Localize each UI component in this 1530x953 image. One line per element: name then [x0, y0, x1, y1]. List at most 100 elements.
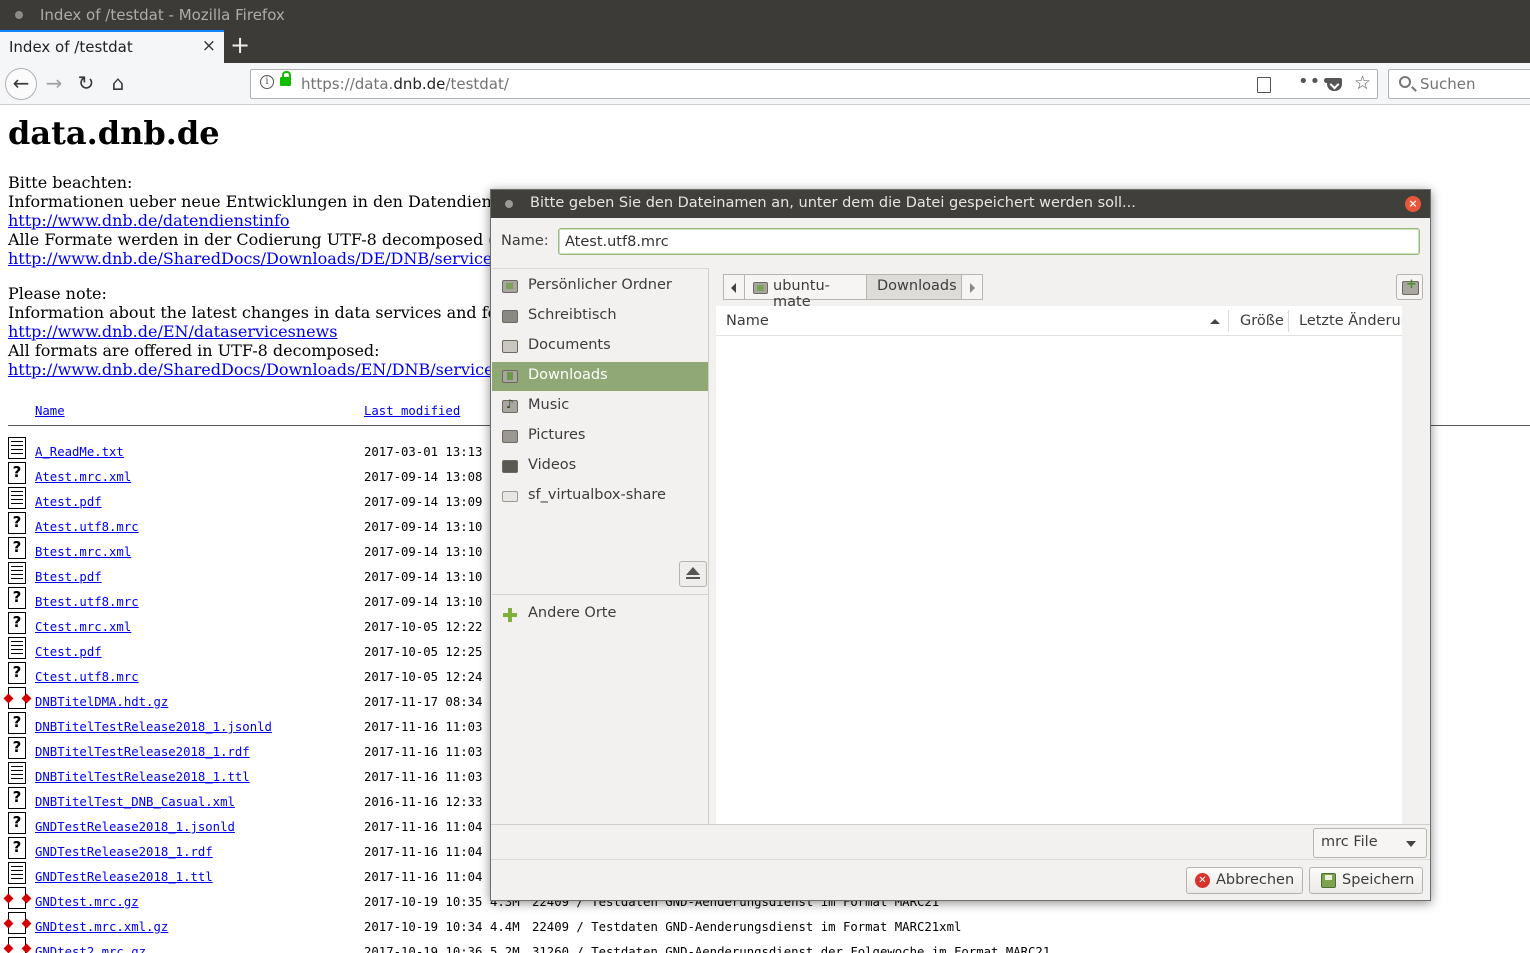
unknown-file-icon[interactable]: ?	[8, 512, 26, 534]
sidebar-item-home[interactable]: Persönlicher Ordner	[492, 272, 708, 301]
path-scroll-right-button[interactable]	[961, 274, 983, 300]
search-input[interactable]: Suchen	[1388, 69, 1530, 99]
file-link[interactable]: GNDTestRelease2018_1.ttl	[35, 870, 213, 884]
url-text[interactable]: https://data.dnb.de/testdat/	[301, 75, 509, 93]
unknown-file-icon[interactable]: ?	[8, 787, 26, 809]
sidebar-item-music[interactable]: Music	[492, 392, 708, 421]
file-link[interactable]: Atest.utf8.mrc	[35, 520, 139, 534]
column-header-size[interactable]: Größe	[1240, 313, 1284, 329]
text-file-icon[interactable]	[8, 487, 26, 509]
compressed-file-icon[interactable]	[8, 887, 26, 909]
create-folder-button[interactable]	[1396, 274, 1423, 300]
column-modified-link[interactable]: Last modified	[364, 404, 460, 418]
file-size: 4.4M	[490, 920, 520, 934]
text-file-icon[interactable]	[8, 637, 26, 659]
file-link[interactable]: Ctest.utf8.mrc	[35, 670, 139, 684]
unknown-file-icon[interactable]: ?	[8, 612, 26, 634]
file-link[interactable]: Btest.pdf	[35, 570, 102, 584]
home-button[interactable]: ⌂	[102, 68, 134, 100]
lock-icon[interactable]	[280, 71, 291, 86]
column-header-name[interactable]: Name	[726, 313, 769, 329]
path-scroll-left-button[interactable]	[723, 274, 745, 300]
page-link[interactable]: http://www.dnb.de/datendienstinfo	[8, 211, 290, 230]
sidebar-item-virtualbox-share[interactable]: sf_virtualbox-share	[492, 482, 708, 511]
unknown-file-icon[interactable]: ?	[8, 837, 26, 859]
file-list-scrollbar[interactable]	[1402, 306, 1430, 824]
page-text: Information about the latest changes in …	[8, 303, 498, 322]
search-placeholder: Suchen	[1420, 75, 1476, 93]
file-link[interactable]: GNDtest.mrc.xml.gz	[35, 920, 168, 934]
forward-button[interactable]: →	[38, 68, 70, 100]
file-link[interactable]: Atest.mrc.xml	[35, 470, 131, 484]
file-link[interactable]: DNBTitelTestRelease2018_1.rdf	[35, 745, 250, 759]
path-button-home[interactable]: ubuntu-mate	[744, 274, 867, 310]
file-link[interactable]: Btest.utf8.mrc	[35, 595, 139, 609]
eject-icon[interactable]	[679, 561, 707, 587]
pocket-icon[interactable]	[1327, 78, 1342, 91]
sidebar-item-pictures[interactable]: Pictures	[492, 422, 708, 451]
unknown-file-icon[interactable]: ?	[8, 812, 26, 834]
text-file-icon[interactable]	[8, 762, 26, 784]
page-link[interactable]: http://www.dnb.de/SharedDocs/Downloads/D…	[8, 249, 492, 268]
save-button[interactable]: Speichern	[1309, 867, 1423, 894]
sidebar-item-desktop[interactable]: Schreibtisch	[492, 302, 708, 331]
file-link[interactable]: DNBTitelTest_DNB_Casual.xml	[35, 795, 235, 809]
unknown-file-icon[interactable]: ?	[8, 662, 26, 684]
file-link[interactable]: GNDtest.mrc.gz	[35, 895, 139, 909]
unknown-file-icon[interactable]: ?	[8, 712, 26, 734]
tab-close-icon[interactable]: ×	[202, 36, 216, 56]
path-button-downloads[interactable]: Downloads	[866, 274, 962, 300]
tab-strip: Index of /testdat × +	[0, 30, 1530, 63]
text-file-icon[interactable]	[8, 862, 26, 884]
file-link[interactable]: GNDTestRelease2018_1.rdf	[35, 845, 213, 859]
file-link[interactable]: DNBTitelTestRelease2018_1.jsonld	[35, 720, 272, 734]
column-name-link[interactable]: Name	[35, 404, 65, 418]
cancel-button[interactable]: ✕ Abbrechen	[1186, 867, 1303, 894]
bookmark-star-icon[interactable]: ☆	[1354, 72, 1371, 94]
unknown-file-icon[interactable]: ?	[8, 587, 26, 609]
file-link[interactable]: Btest.mrc.xml	[35, 545, 131, 559]
compressed-file-icon[interactable]	[8, 687, 26, 709]
page-link[interactable]: http://www.dnb.de/EN/dataservicesnews	[8, 322, 337, 341]
site-info-icon[interactable]: i	[260, 75, 274, 89]
reload-button[interactable]: ↻	[70, 68, 102, 100]
window-menu-icon[interactable]	[15, 11, 23, 19]
sidebar-item-other-locations[interactable]: Andere Orte	[492, 600, 708, 629]
dialog-close-icon[interactable]: ×	[1405, 196, 1421, 212]
file-link[interactable]: DNBTitelDMA.hdt.gz	[35, 695, 168, 709]
sidebar-item-downloads[interactable]: Downloads	[492, 362, 708, 391]
text-file-icon[interactable]	[8, 562, 26, 584]
file-modified: 2017-09-14 13:08	[364, 470, 483, 484]
unknown-file-icon[interactable]: ?	[8, 537, 26, 559]
filename-input[interactable]	[558, 228, 1420, 255]
dialog-menu-icon[interactable]	[505, 200, 513, 208]
back-button[interactable]: ←	[5, 68, 37, 100]
file-type-filter-select[interactable]: mrc File	[1313, 828, 1427, 858]
file-list[interactable]: Name Größe Letzte Änderun	[716, 306, 1410, 824]
sidebar-item-documents[interactable]: Documents	[492, 332, 708, 361]
unknown-file-icon[interactable]: ?	[8, 462, 26, 484]
file-link[interactable]: DNBTitelTestRelease2018_1.ttl	[35, 770, 250, 784]
text-file-icon[interactable]	[8, 437, 26, 459]
url-bar[interactable]: i https://data.dnb.de/testdat/ ••• ☆	[250, 69, 1378, 99]
path-button-label: Downloads	[877, 278, 957, 294]
places-separator	[492, 594, 708, 595]
sidebar-item-videos[interactable]: Videos	[492, 452, 708, 481]
file-link[interactable]: GNDtest2.mrc.gz	[35, 945, 146, 953]
file-link[interactable]: GNDTestRelease2018_1.jsonld	[35, 820, 235, 834]
file-link[interactable]: Atest.pdf	[35, 495, 102, 509]
page-link[interactable]: http://www.dnb.de/SharedDocs/Downloads/E…	[8, 360, 494, 379]
compressed-file-icon[interactable]	[8, 937, 26, 953]
unknown-file-icon[interactable]: ?	[8, 737, 26, 759]
reader-view-icon[interactable]	[1257, 77, 1271, 93]
compressed-file-icon[interactable]	[8, 912, 26, 934]
file-link[interactable]: A_ReadMe.txt	[35, 445, 124, 459]
column-header-modified[interactable]: Letzte Änderun	[1299, 313, 1410, 329]
new-tab-button[interactable]: +	[230, 31, 250, 59]
cancel-icon: ✕	[1195, 873, 1210, 888]
file-link[interactable]: Ctest.mrc.xml	[35, 620, 131, 634]
file-link[interactable]: Ctest.pdf	[35, 645, 102, 659]
tab-index-testdat[interactable]: Index of /testdat ×	[0, 30, 224, 63]
music-folder-icon	[502, 397, 518, 413]
page-text: Please note:	[8, 284, 107, 303]
